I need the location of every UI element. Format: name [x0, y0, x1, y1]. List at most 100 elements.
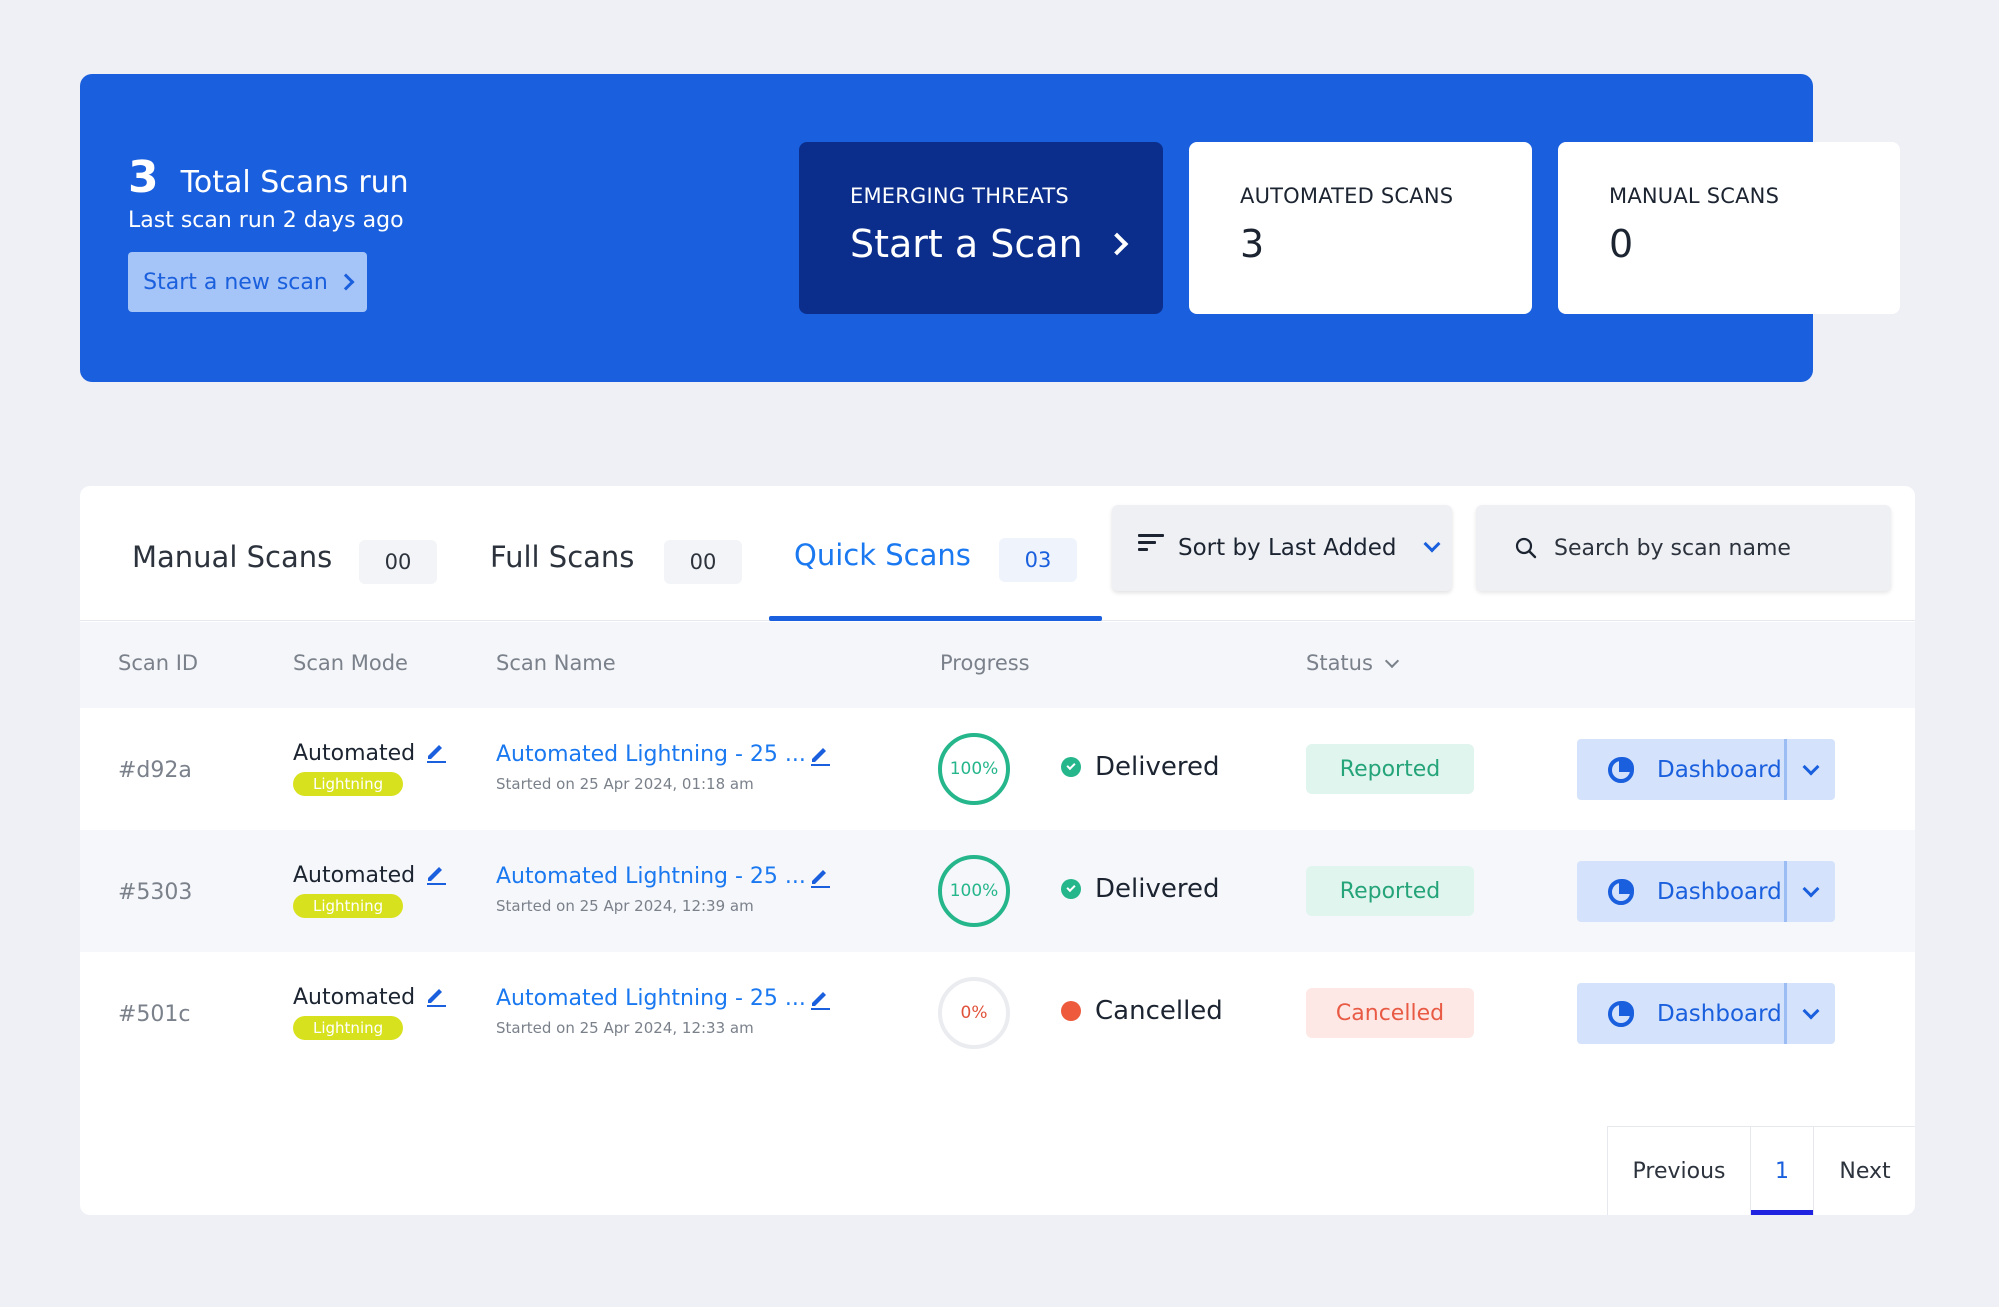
edit-mode-icon[interactable]: [425, 741, 447, 763]
pagination: Previous 1 Next: [1607, 1126, 1915, 1215]
table-row: #d92a Automated Lightning Automated Ligh…: [80, 708, 1915, 830]
previous-page-button[interactable]: Previous: [1607, 1126, 1750, 1215]
manual-scans-title: MANUAL SCANS: [1609, 184, 1780, 208]
lightning-badge: Lightning: [293, 1016, 404, 1040]
column-status-filter[interactable]: Status: [1306, 651, 1399, 675]
scan-started-time: Started on 25 Apr 2024, 01:18 am: [496, 775, 754, 793]
status-badge: Reported: [1306, 744, 1474, 794]
scan-id: #d92a: [118, 758, 192, 783]
dashboard-label: Dashboard: [1657, 756, 1782, 783]
scan-mode: Automated Lightning: [293, 985, 415, 1040]
progress-ring: 100%: [938, 733, 1010, 805]
total-scans-label: Total Scans run: [180, 165, 409, 200]
start-new-scan-button[interactable]: Start a new scan: [128, 252, 367, 312]
scan-mode-label: Automated: [293, 863, 416, 888]
pie-chart-icon: [1608, 1000, 1635, 1027]
dashboard-menu-toggle[interactable]: [1787, 880, 1835, 897]
dashboard-label: Dashboard: [1657, 1000, 1782, 1027]
scan-state: Delivered: [1061, 874, 1219, 904]
dashboard-button[interactable]: Dashboard: [1577, 861, 1787, 922]
column-status: Status: [1306, 651, 1373, 675]
automated-scans-value: 3: [1240, 222, 1265, 266]
next-page-button[interactable]: Next: [1813, 1126, 1915, 1215]
scan-state: Delivered: [1061, 752, 1219, 782]
check-circle-icon: [1061, 757, 1081, 777]
manual-scans-value: 0: [1609, 222, 1634, 266]
table-header: Scan ID Scan Mode Scan Name Progress Sta…: [80, 622, 1915, 708]
edit-mode-icon[interactable]: [425, 985, 447, 1007]
dashboard-menu-toggle[interactable]: [1787, 758, 1835, 775]
chevron-down-icon: [1802, 880, 1820, 897]
pie-chart-icon: [1608, 756, 1635, 783]
scan-state: Cancelled: [1061, 996, 1223, 1026]
dashboard-label: Dashboard: [1657, 878, 1782, 905]
lightning-badge: Lightning: [293, 772, 404, 796]
tab-quick-scans[interactable]: Quick Scans: [794, 538, 971, 572]
chevron-down-icon: [1802, 1002, 1820, 1019]
edit-name-icon[interactable]: [809, 988, 831, 1010]
scan-mode: Automated Lightning: [293, 863, 415, 918]
search-icon: [1515, 537, 1537, 559]
start-scan-label: Start a Scan: [850, 222, 1083, 266]
tab-label: Quick Scans: [794, 538, 971, 572]
tab-label: Manual Scans: [132, 540, 333, 574]
scan-mode-label: Automated: [293, 741, 416, 766]
start-scan-link[interactable]: Start a Scan: [850, 222, 1128, 266]
last-run-text: Last scan run 2 days ago: [128, 208, 404, 233]
scan-name: Automated Lightning - 25 ... Started on …: [496, 864, 806, 915]
edit-mode-icon[interactable]: [425, 863, 447, 885]
scan-started-time: Started on 25 Apr 2024, 12:33 am: [496, 1019, 754, 1037]
search-input[interactable]: [1554, 535, 1874, 561]
scan-state-label: Cancelled: [1095, 996, 1223, 1026]
tab-label: Full Scans: [490, 540, 635, 574]
column-progress: Progress: [940, 651, 1030, 675]
chevron-right-icon: [1105, 232, 1128, 256]
chevron-right-icon: [337, 273, 355, 291]
tab-full-scans[interactable]: Full Scans: [490, 540, 634, 574]
dashboard-button[interactable]: Dashboard: [1577, 983, 1787, 1044]
scan-name: Automated Lightning - 25 ... Started on …: [496, 742, 806, 793]
scan-started-time: Started on 25 Apr 2024, 12:39 am: [496, 897, 754, 915]
scan-id: #501c: [118, 1002, 191, 1027]
dashboard-menu-toggle[interactable]: [1787, 1002, 1835, 1019]
tab-manual-scans[interactable]: Manual Scans: [132, 540, 332, 574]
scan-mode: Automated Lightning: [293, 741, 415, 796]
emerging-threats-card[interactable]: EMERGING THREATS Start a Scan: [799, 142, 1163, 314]
search-box[interactable]: [1476, 505, 1891, 591]
scan-mode-label: Automated: [293, 985, 416, 1010]
active-tab-indicator: [769, 616, 1102, 621]
scan-name-link[interactable]: Automated Lightning - 25 ...: [496, 986, 806, 1011]
check-circle-icon: [1061, 879, 1081, 899]
column-scan-name: Scan Name: [496, 651, 616, 675]
start-new-scan-label: Start a new scan: [143, 269, 328, 295]
scan-state-label: Delivered: [1095, 874, 1220, 904]
chevron-down-icon: [1423, 535, 1441, 553]
scan-name-link[interactable]: Automated Lightning - 25 ...: [496, 742, 806, 767]
progress-ring: 0%: [938, 977, 1010, 1049]
table-row: #5303 Automated Lightning Automated Ligh…: [80, 830, 1915, 952]
tab-count: 00: [359, 540, 437, 584]
total-scans-count: 3: [128, 152, 159, 203]
pie-chart-icon: [1608, 878, 1635, 905]
edit-name-icon[interactable]: [809, 866, 831, 888]
dashboard-split-button: Dashboard: [1577, 983, 1835, 1044]
status-badge: Cancelled: [1306, 988, 1474, 1038]
automated-scans-card: AUTOMATED SCANS 3: [1189, 142, 1532, 314]
scan-name: Automated Lightning - 25 ... Started on …: [496, 986, 806, 1037]
sort-dropdown[interactable]: Sort by Last Added: [1112, 505, 1452, 591]
page-1-button[interactable]: 1: [1750, 1126, 1813, 1215]
scan-tabs: Manual Scans 00 Full Scans 00 Quick Scan…: [80, 486, 1915, 621]
column-scan-id: Scan ID: [118, 651, 199, 675]
tab-count: 03: [999, 538, 1077, 582]
scan-id: #5303: [118, 880, 193, 905]
sort-label: Sort by Last Added: [1178, 535, 1397, 561]
edit-name-icon[interactable]: [809, 744, 831, 766]
emerging-threats-title: EMERGING THREATS: [850, 184, 1069, 208]
chevron-down-icon: [1384, 653, 1399, 669]
dashboard-button[interactable]: Dashboard: [1577, 739, 1787, 800]
automated-scans-title: AUTOMATED SCANS: [1240, 184, 1454, 208]
manual-scans-card: MANUAL SCANS 0: [1558, 142, 1900, 314]
dashboard-split-button: Dashboard: [1577, 739, 1835, 800]
scan-name-link[interactable]: Automated Lightning - 25 ...: [496, 864, 806, 889]
total-scans: 3 Total Scans run: [128, 152, 409, 203]
